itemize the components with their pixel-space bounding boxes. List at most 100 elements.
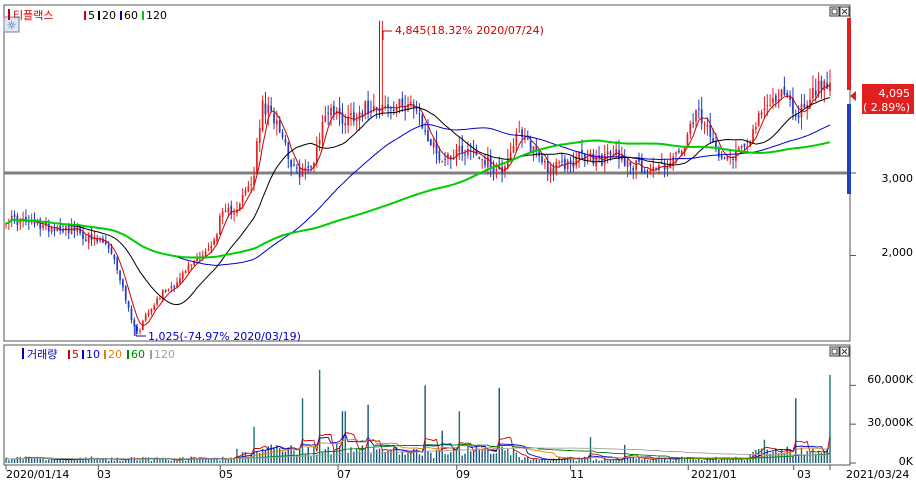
volume-bar xyxy=(535,459,538,463)
volume-bar xyxy=(478,450,481,463)
volume-bar xyxy=(467,445,469,463)
volume-bar xyxy=(367,404,369,463)
candle-body xyxy=(333,106,335,115)
candle-body xyxy=(689,123,692,134)
candle-body xyxy=(156,298,158,305)
volume-bar xyxy=(518,456,520,463)
candle-body xyxy=(732,159,734,161)
candle-body xyxy=(153,305,156,310)
candle-body xyxy=(424,130,426,132)
volume-bar xyxy=(521,459,523,463)
candle-body xyxy=(606,151,609,155)
candle-body xyxy=(823,80,826,91)
volume-bar xyxy=(33,458,36,463)
volume-bar xyxy=(68,459,70,463)
volume-bar xyxy=(695,459,697,463)
price-maximize-icon[interactable] xyxy=(829,6,840,17)
volume-bar xyxy=(803,454,806,463)
volume-bar xyxy=(795,398,797,463)
volume-bar xyxy=(99,459,101,463)
volume-bar xyxy=(170,460,173,463)
stock-chart-window: ☼ 티플랙스 5 20 60 120 거래량 5 10 20 60 120 4,… xyxy=(0,0,916,482)
volume-bar xyxy=(270,444,272,463)
x-month-label: 11 xyxy=(570,468,584,481)
candle-body xyxy=(144,314,147,321)
volume-bar xyxy=(766,449,768,463)
volume-bar xyxy=(236,448,238,463)
candle-body xyxy=(13,214,16,218)
volume-bar xyxy=(5,457,7,463)
y-tick-label: 2,000 xyxy=(882,246,914,259)
candle-body xyxy=(757,113,760,126)
volume-bar xyxy=(184,460,187,463)
candle-body xyxy=(441,161,444,163)
volume-bar xyxy=(592,460,595,463)
candle-body xyxy=(82,231,84,240)
x-month-label: 09 xyxy=(456,468,470,481)
volume-bar xyxy=(190,456,193,463)
volume-bar xyxy=(689,458,691,463)
volume-bar xyxy=(381,449,384,463)
volume-bar xyxy=(472,451,475,463)
candle-body xyxy=(592,153,595,164)
candle-body xyxy=(561,160,563,162)
volume-bar xyxy=(829,374,831,463)
candle-body xyxy=(276,120,278,125)
volume-bar xyxy=(598,460,600,463)
y-tick-label: 3,000 xyxy=(882,172,914,185)
vol-tick-label: 60,000K xyxy=(867,373,913,386)
volume-maximize-icon[interactable] xyxy=(829,346,840,357)
current-price-badge: 4,095 ( 2.89%) xyxy=(850,84,914,114)
candle-body xyxy=(139,330,141,332)
volume-bar xyxy=(532,458,535,463)
candle-body xyxy=(150,308,153,313)
x-month-label: 07 xyxy=(337,468,351,481)
candle-body xyxy=(780,89,783,97)
candle-body xyxy=(73,226,76,232)
legend-ma60: 60 xyxy=(124,9,138,22)
candle-body xyxy=(133,319,136,327)
candle-body xyxy=(655,167,657,169)
high-annotation-label: 4,845(18.32% 2020/07/24) xyxy=(395,24,544,37)
x-month-label: 05 xyxy=(219,468,233,481)
volume-bar xyxy=(307,446,309,463)
candle-body xyxy=(717,148,720,157)
price-close-icon[interactable] xyxy=(839,6,850,17)
candle-body xyxy=(558,162,560,164)
volume-close-icon[interactable] xyxy=(839,346,850,357)
volume-bar xyxy=(817,450,820,463)
candle-body xyxy=(241,194,244,202)
volume-bar xyxy=(783,453,786,463)
volume-bar xyxy=(461,455,463,463)
legend-vol-ma120: 120 xyxy=(154,348,175,361)
candle-body xyxy=(116,258,119,270)
x-axis-start-label: 2020/01/14 xyxy=(6,468,69,481)
candle-body xyxy=(210,245,213,249)
candle-body xyxy=(213,239,215,245)
volume-bar xyxy=(763,439,766,463)
candle-body xyxy=(629,162,632,166)
candle-body xyxy=(110,248,113,254)
candle-body xyxy=(461,145,464,153)
volume-bar xyxy=(333,450,335,463)
volume-bar xyxy=(50,459,53,463)
candle-body xyxy=(321,122,324,140)
volume-bar xyxy=(441,430,443,463)
candle-body xyxy=(706,124,709,127)
candle-body xyxy=(803,104,806,108)
volume-bar xyxy=(93,459,96,463)
vol-tick-label: 0K xyxy=(899,455,914,468)
volume-bar xyxy=(373,447,375,463)
volume-bar xyxy=(621,460,623,463)
volume-bar xyxy=(296,454,298,463)
volume-bar xyxy=(398,454,401,463)
candle-body xyxy=(512,146,515,153)
volume-bar xyxy=(313,446,315,463)
volume-bar xyxy=(62,460,64,463)
candle-body xyxy=(444,159,446,161)
volume-bar xyxy=(529,460,532,463)
candle-body xyxy=(438,151,441,161)
candle-body xyxy=(703,124,706,126)
volume-bar xyxy=(487,448,489,463)
volume-bar xyxy=(555,459,557,463)
